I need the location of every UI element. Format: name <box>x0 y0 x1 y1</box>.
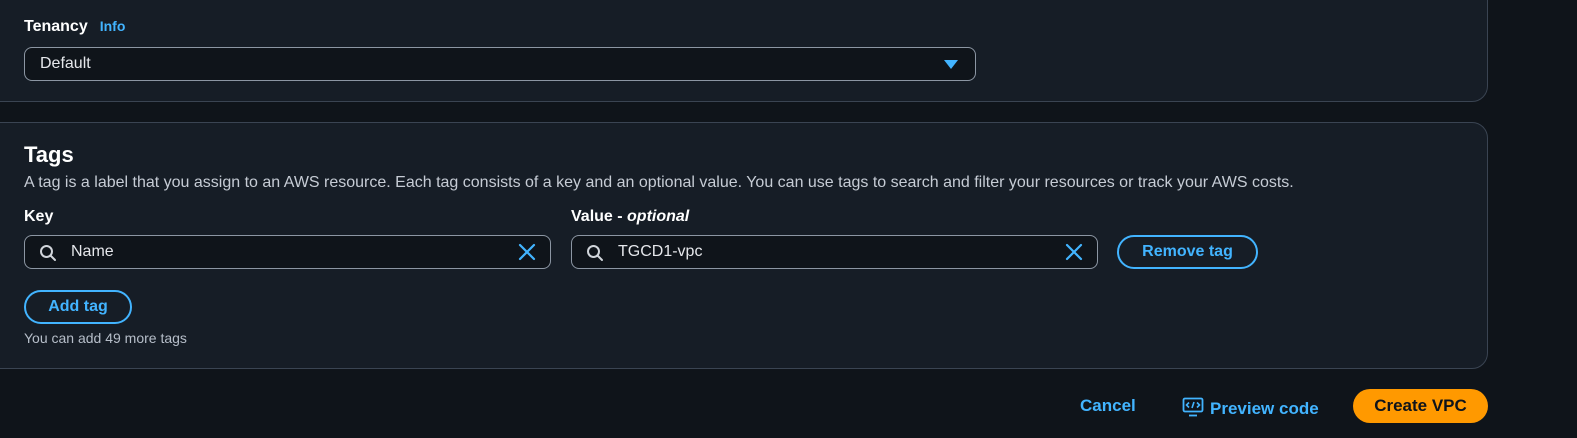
value-label-row: Value - optional <box>571 208 689 226</box>
chevron-down-icon <box>944 60 958 69</box>
preview-code-label: Preview code <box>1210 399 1319 418</box>
tags-remaining-hint: You can add 49 more tags <box>24 330 187 346</box>
tenancy-selected-value: Default <box>40 55 91 72</box>
cancel-button[interactable]: Cancel <box>1080 396 1136 416</box>
search-icon <box>40 245 56 261</box>
value-optional-label: optional <box>627 208 690 225</box>
remove-tag-button[interactable]: Remove tag <box>1117 235 1258 269</box>
tenancy-label-row: Tenancy Info <box>24 18 125 36</box>
preview-code-icon <box>1182 397 1204 417</box>
tag-key-input[interactable]: Name <box>24 235 551 269</box>
create-vpc-button[interactable]: Create VPC <box>1353 389 1488 423</box>
clear-icon[interactable] <box>1065 243 1083 261</box>
tags-title: Tags <box>24 142 74 167</box>
tenancy-select[interactable]: Default <box>24 47 976 81</box>
tag-value-value: TGCD1-vpc <box>618 243 703 260</box>
preview-code-button[interactable]: Preview code <box>1182 396 1319 419</box>
value-label: Value - <box>571 208 623 225</box>
key-label: Key <box>24 208 54 225</box>
add-tag-button[interactable]: Add tag <box>24 290 132 324</box>
tags-description: A tag is a label that you assign to an A… <box>24 174 1294 191</box>
tag-key-value: Name <box>71 243 114 260</box>
search-icon <box>587 245 603 261</box>
tenancy-label: Tenancy <box>24 18 88 35</box>
tenancy-info-link[interactable]: Info <box>100 18 126 34</box>
clear-icon[interactable] <box>518 243 536 261</box>
tag-value-input[interactable]: TGCD1-vpc <box>571 235 1098 269</box>
